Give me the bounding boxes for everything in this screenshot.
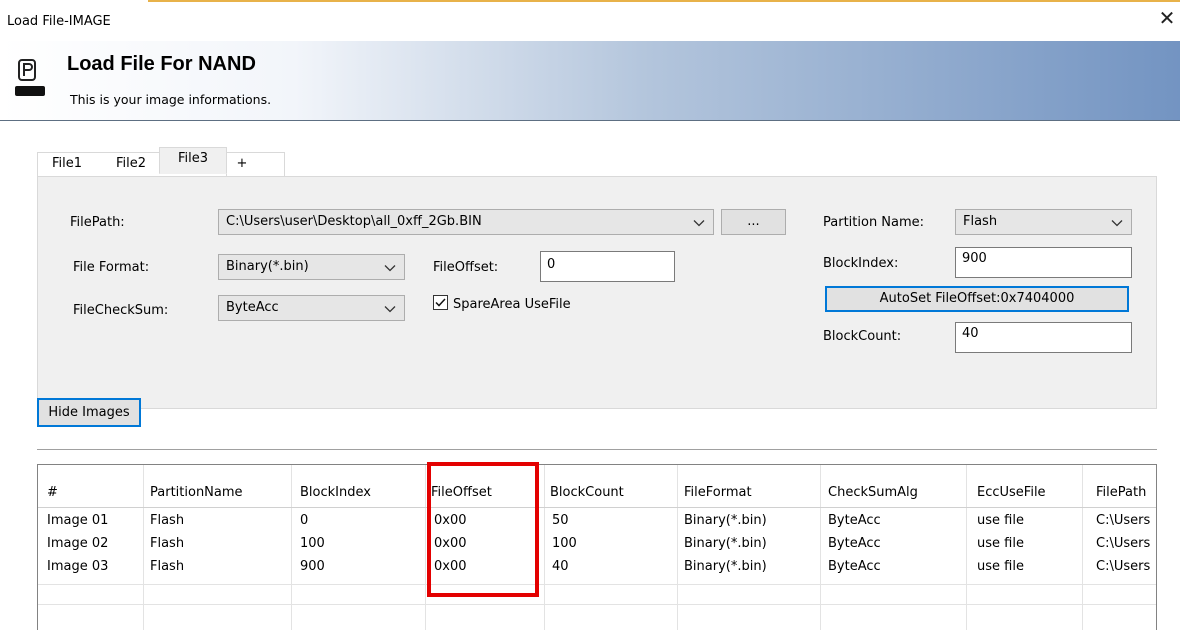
table-cell: use file — [977, 559, 1024, 574]
chevron-down-icon — [1111, 220, 1123, 227]
column-header[interactable]: EccUseFile — [977, 485, 1046, 500]
table-cell: Flash — [150, 536, 185, 551]
row-divider — [38, 604, 1156, 605]
table-cell: ByteAcc — [828, 536, 881, 551]
browse-button[interactable]: ... — [721, 209, 786, 235]
table-cell: ByteAcc — [828, 559, 881, 574]
tab-file3[interactable]: File3 — [159, 147, 227, 174]
fileoffset-input[interactable]: 0 — [540, 251, 675, 282]
table-cell: Binary(*.bin) — [684, 559, 767, 574]
fileoffset-label: FileOffset: — [433, 260, 499, 275]
column-header[interactable]: FileFormat — [684, 485, 752, 500]
fileformat-value: Binary(*.bin) — [226, 259, 309, 274]
checksum-value: ByteAcc — [226, 300, 279, 315]
blockindex-label: BlockIndex: — [823, 256, 899, 271]
chevron-down-icon — [693, 220, 705, 227]
table-cell: C:\Users — [1096, 536, 1151, 551]
table-cell: ByteAcc — [828, 513, 881, 528]
table-cell: C:\Users — [1096, 513, 1151, 528]
section-divider — [37, 449, 1157, 450]
hide-images-button[interactable]: Hide Images — [37, 398, 141, 427]
autoset-fileoffset-button[interactable]: AutoSet FileOffset:0x7404000 — [825, 286, 1129, 312]
row-divider — [38, 584, 1156, 585]
blockcount-label: BlockCount: — [823, 329, 902, 344]
column-header[interactable]: BlockIndex — [300, 485, 371, 500]
table-cell: Image 02 — [47, 536, 109, 551]
table-cell: 50 — [552, 513, 569, 528]
table-cell: use file — [977, 513, 1024, 528]
table-cell: Binary(*.bin) — [684, 536, 767, 551]
filepath-label: FilePath: — [70, 215, 125, 230]
checkmark-icon — [435, 298, 446, 307]
fileformat-label: File Format: — [73, 260, 150, 275]
window-title: Load File-IMAGE — [7, 14, 111, 29]
partition-label: Partition Name: — [823, 215, 925, 230]
table-cell: 100 — [552, 536, 577, 551]
banner-subtitle: This is your image informations. — [70, 92, 272, 107]
table-cell: Flash — [150, 513, 185, 528]
sparearea-checkbox[interactable] — [433, 295, 448, 310]
tab-file1[interactable]: File1 — [38, 152, 96, 178]
column-header[interactable]: PartitionName — [150, 485, 243, 500]
column-header[interactable]: # — [47, 485, 58, 500]
table-cell: Image 03 — [47, 559, 109, 574]
checksum-combobox[interactable]: ByteAcc — [218, 295, 405, 321]
dediprog-logo-icon — [15, 50, 45, 98]
table-cell: C:\Users — [1096, 559, 1151, 574]
partition-combobox[interactable]: Flash — [955, 209, 1132, 235]
table-cell: use file — [977, 536, 1024, 551]
table-cell: 900 — [300, 559, 325, 574]
checksum-label: FileCheckSum: — [73, 303, 169, 318]
table-cell: 100 — [300, 536, 325, 551]
column-header[interactable]: CheckSumAlg — [828, 485, 918, 500]
column-header[interactable]: FilePath — [1096, 485, 1146, 500]
table-cell: Flash — [150, 559, 185, 574]
filepath-value: C:\Users\user\Desktop\all_0xff_2Gb.BIN — [226, 214, 482, 229]
table-cell: Binary(*.bin) — [684, 513, 767, 528]
tab-add[interactable]: + — [227, 152, 257, 178]
blockindex-input[interactable]: 900 — [955, 247, 1132, 278]
header-divider — [38, 507, 1156, 508]
table-cell: 40 — [552, 559, 569, 574]
banner-divider — [0, 120, 1180, 121]
banner-title: Load File For NAND — [67, 53, 256, 75]
fileoffset-highlight-box — [427, 462, 539, 597]
sparearea-label: SpareArea UseFile — [453, 297, 571, 312]
tab-file2[interactable]: File2 — [103, 152, 159, 178]
chevron-down-icon — [384, 306, 396, 313]
blockcount-input[interactable]: 40 — [955, 322, 1132, 353]
close-icon[interactable]: ✕ — [1158, 8, 1176, 28]
images-table[interactable]: # PartitionName BlockIndex FileOffset Bl… — [37, 464, 1157, 630]
filepath-combobox[interactable]: C:\Users\user\Desktop\all_0xff_2Gb.BIN — [218, 209, 714, 235]
partition-value: Flash — [963, 214, 998, 229]
table-cell: Image 01 — [47, 513, 109, 528]
title-bar: Load File-IMAGE ✕ — [0, 0, 1180, 38]
table-cell: 0 — [300, 513, 309, 528]
fileformat-combobox[interactable]: Binary(*.bin) — [218, 254, 405, 280]
column-header[interactable]: BlockCount — [550, 485, 624, 500]
chevron-down-icon — [384, 265, 396, 272]
